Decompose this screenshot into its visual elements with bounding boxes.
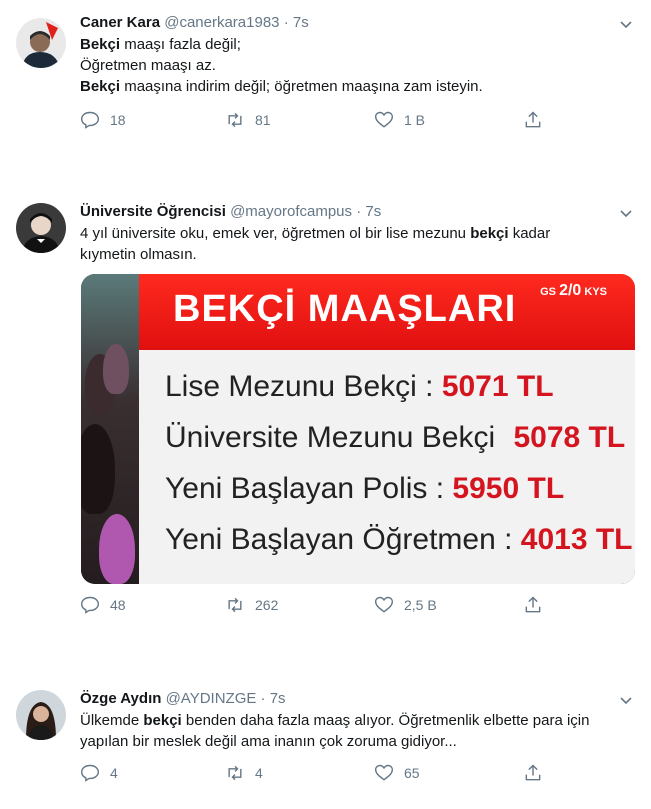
chevron-down-icon[interactable] — [619, 18, 633, 32]
like-button[interactable]: 65 — [374, 762, 420, 784]
separator: · — [283, 14, 289, 31]
reply-icon — [80, 596, 100, 614]
reply-count: 18 — [110, 112, 126, 128]
heart-icon — [374, 764, 394, 781]
chevron-down-icon[interactable] — [619, 207, 633, 221]
user-handle[interactable]: @mayorofcampus — [230, 203, 352, 220]
tweet-2[interactable]: Üniversite Öğrencisi @mayorofcampus · 7s… — [0, 195, 651, 635]
tweet-image[interactable]: BEKÇİ MAAŞLARI GS 2/0 KYS Lise Mezunu Be… — [81, 274, 635, 584]
share-button[interactable] — [523, 762, 543, 784]
avatar[interactable] — [16, 690, 66, 740]
heart-icon — [374, 596, 394, 613]
retweet-button[interactable]: 4 — [225, 762, 263, 784]
avatar[interactable] — [16, 203, 66, 253]
reply-icon — [80, 111, 100, 129]
display-name[interactable]: Caner Kara — [80, 14, 160, 31]
retweet-count: 81 — [255, 112, 271, 128]
avatar[interactable] — [16, 18, 66, 68]
separator: · — [260, 690, 266, 707]
retweet-count: 262 — [255, 597, 279, 613]
share-button[interactable] — [523, 594, 543, 616]
photo-background — [81, 274, 139, 584]
text-line: yapılan bir meslek değil ama inanın çok … — [80, 733, 457, 750]
text-line: Ülkemde — [80, 712, 144, 729]
like-count: 2,5 B — [404, 597, 437, 613]
share-icon — [525, 764, 541, 781]
retweet-icon — [228, 765, 242, 781]
tweet-actions: 18 81 1 B — [80, 109, 560, 131]
reply-button[interactable]: 48 — [80, 594, 126, 616]
like-button[interactable]: 1 B — [374, 109, 425, 131]
tweet-header: Caner Kara @canerkara1983 · 7s — [80, 12, 631, 34]
retweet-button[interactable]: 81 — [225, 109, 271, 131]
salary-row: Üniversite Mezunu Bekçi 5078 TL — [165, 421, 625, 455]
retweet-icon — [228, 112, 242, 128]
heart-icon — [374, 111, 394, 128]
text-line: benden daha fazla maaş alıyor. Öğretmenl… — [181, 712, 590, 729]
user-handle[interactable]: @AYDINZGE — [166, 690, 257, 707]
bold-word: Bekçi — [80, 36, 121, 53]
salary-label: Yeni Başlayan Polis : — [165, 472, 445, 505]
salary-amount: 5950 TL — [452, 472, 565, 505]
reply-button[interactable]: 4 — [80, 762, 118, 784]
like-count: 1 B — [404, 112, 426, 128]
user-handle[interactable]: @canerkara1983 — [164, 14, 279, 31]
bold-word: Bekçi — [80, 78, 121, 95]
like-count: 65 — [404, 765, 420, 781]
reply-icon — [80, 764, 100, 782]
tweet-header: Özge Aydın @AYDINZGE · 7s — [80, 688, 631, 710]
salary-amount: 5078 TL — [513, 421, 626, 454]
salary-row: Yeni Başlayan Öğretmen : 4013 TL — [165, 523, 633, 557]
like-button[interactable]: 2,5 B — [374, 594, 437, 616]
image-title: BEKÇİ MAAŞLARI — [173, 288, 517, 330]
salary-amount: 4013 TL — [520, 523, 633, 556]
salary-label: Yeni Başlayan Öğretmen : — [165, 523, 513, 556]
timestamp[interactable]: 7s — [270, 690, 286, 707]
text-line: kadar — [508, 225, 551, 242]
salary-row: Lise Mezunu Bekçi : 5071 TL — [165, 370, 554, 404]
text-line: maaşı fazla değil; — [120, 36, 241, 53]
separator: · — [356, 203, 362, 220]
timestamp[interactable]: 7s — [365, 203, 381, 220]
tweet-text: Bekçi maaşı fazla değil; Öğretmen maaşı … — [80, 34, 631, 97]
share-button[interactable] — [523, 109, 543, 131]
retweet-icon — [228, 597, 242, 613]
text-line: maaşına indirim değil; öğretmen maaşına … — [120, 78, 483, 95]
tweet-text: Ülkemde bekçi benden daha fazla maaş alı… — [80, 710, 631, 752]
display-name[interactable]: Üniversite Öğrencisi — [80, 203, 226, 220]
text-line: kıymetin olmasın. — [80, 246, 197, 263]
reply-count: 4 — [110, 765, 118, 781]
share-icon — [525, 596, 541, 613]
bold-word: bekçi — [143, 712, 182, 729]
salary-label: Lise Mezunu Bekçi : — [165, 370, 434, 403]
reply-button[interactable]: 18 — [80, 109, 126, 131]
display-name[interactable]: Özge Aydın — [80, 690, 161, 707]
chevron-down-icon[interactable] — [619, 694, 633, 708]
score-badge: GS 2/0 KYS — [540, 282, 607, 299]
tweet-3[interactable]: Özge Aydın @AYDINZGE · 7s Ülkemde bekçi … — [0, 682, 651, 809]
salary-amount: 5071 TL — [441, 370, 554, 403]
tweet-actions: 4 4 65 — [80, 762, 560, 784]
salary-label: Üniversite Mezunu Bekçi — [165, 421, 496, 454]
text-line: 4 yıl üniversite oku, emek ver, öğretmen… — [80, 225, 471, 242]
retweet-button[interactable]: 262 — [225, 594, 278, 616]
reply-count: 48 — [110, 597, 126, 613]
share-icon — [525, 111, 541, 128]
retweet-count: 4 — [255, 765, 263, 781]
timestamp[interactable]: 7s — [293, 14, 309, 31]
bold-word: bekçi — [470, 225, 509, 242]
tweet-actions: 48 262 2,5 B — [80, 594, 560, 616]
text-line: Öğretmen maaşı az. — [80, 57, 216, 74]
tweet-header: Üniversite Öğrencisi @mayorofcampus · 7s — [80, 201, 631, 223]
salary-row: Yeni Başlayan Polis : 5950 TL — [165, 472, 564, 506]
tweet-1[interactable]: Caner Kara @canerkara1983 · 7s Bekçi maa… — [0, 0, 651, 150]
tweet-text: 4 yıl üniversite oku, emek ver, öğretmen… — [80, 223, 631, 265]
